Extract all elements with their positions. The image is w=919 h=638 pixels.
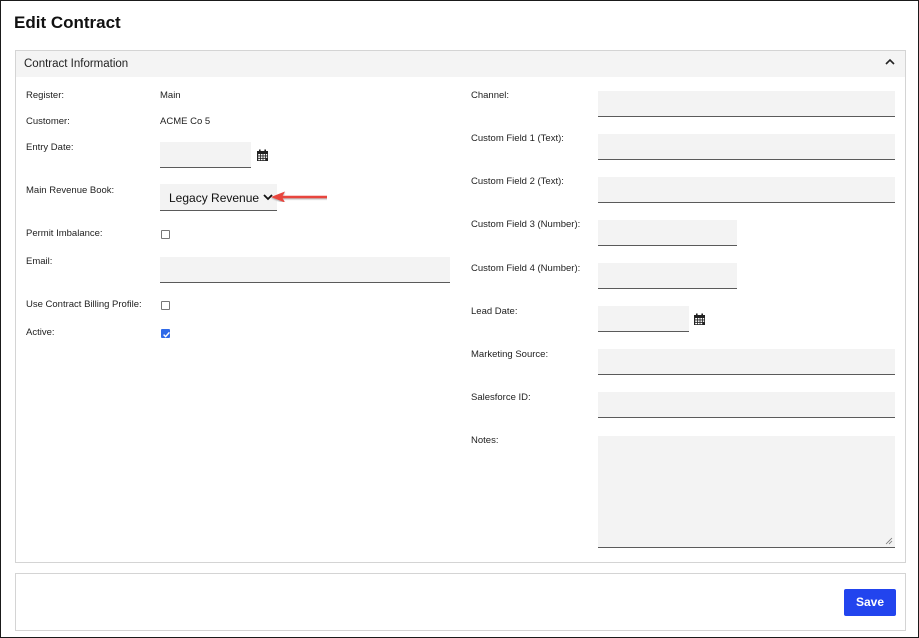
custom-field-3-input[interactable]	[598, 220, 737, 246]
calendar-icon[interactable]	[693, 313, 706, 326]
save-button[interactable]: Save	[844, 589, 896, 616]
main-revenue-book-selected: Legacy Revenue	[169, 191, 260, 205]
panel-header[interactable]: Contract Information	[16, 51, 905, 77]
calendar-icon[interactable]	[256, 149, 269, 162]
contract-information-panel: Contract Information Register: Main Cust…	[15, 50, 906, 563]
entry-date-input[interactable]	[160, 142, 251, 168]
email-input[interactable]	[160, 257, 450, 283]
form-footer: Save	[15, 573, 906, 631]
marketing-source-label: Marketing Source:	[471, 349, 549, 360]
custom-field-2-input[interactable]	[598, 177, 895, 203]
use-contract-billing-profile-label: Use Contract Billing Profile:	[26, 299, 142, 310]
custom-field-4-label: Custom Field 4 (Number):	[471, 263, 581, 274]
permit-imbalance-label: Permit Imbalance:	[26, 228, 103, 239]
panel-title: Contract Information	[24, 58, 129, 70]
salesforce-id-input[interactable]	[598, 392, 895, 418]
active-label: Active:	[26, 327, 55, 338]
notes-label: Notes:	[471, 435, 499, 446]
channel-input[interactable]	[598, 91, 895, 117]
custom-field-4-input[interactable]	[598, 263, 737, 289]
checkmark-icon	[163, 331, 170, 338]
channel-label: Channel:	[471, 90, 510, 101]
lead-date-input[interactable]	[598, 306, 689, 332]
custom-field-1-input[interactable]	[598, 134, 895, 160]
notes-textarea[interactable]	[598, 436, 895, 548]
permit-imbalance-checkbox[interactable]	[161, 230, 170, 239]
customer-value: ACME Co 5	[160, 116, 211, 127]
custom-field-1-label: Custom Field 1 (Text):	[471, 133, 564, 144]
main-revenue-book-label: Main Revenue Book:	[26, 185, 115, 196]
marketing-source-input[interactable]	[598, 349, 895, 375]
email-label: Email:	[26, 256, 53, 267]
register-value: Main	[160, 90, 181, 101]
lead-date-label: Lead Date:	[471, 306, 518, 317]
main-revenue-book-select[interactable]: Legacy Revenue	[160, 184, 277, 211]
entry-date-label: Entry Date:	[26, 142, 74, 153]
chevron-up-icon[interactable]	[884, 57, 896, 67]
use-contract-billing-profile-checkbox[interactable]	[161, 301, 170, 310]
app-window: Edit Contract Contract Information Regis…	[0, 0, 919, 638]
customer-label: Customer:	[26, 116, 70, 127]
active-checkbox[interactable]	[161, 329, 170, 338]
page-title: Edit Contract	[14, 13, 121, 32]
register-label: Register:	[26, 90, 65, 101]
resize-handle-icon[interactable]	[885, 537, 893, 545]
custom-field-2-label: Custom Field 2 (Text):	[471, 176, 564, 187]
salesforce-id-label: Salesforce ID:	[471, 392, 531, 403]
custom-field-3-label: Custom Field 3 (Number):	[471, 219, 581, 230]
red-arrow-icon	[271, 191, 327, 202]
